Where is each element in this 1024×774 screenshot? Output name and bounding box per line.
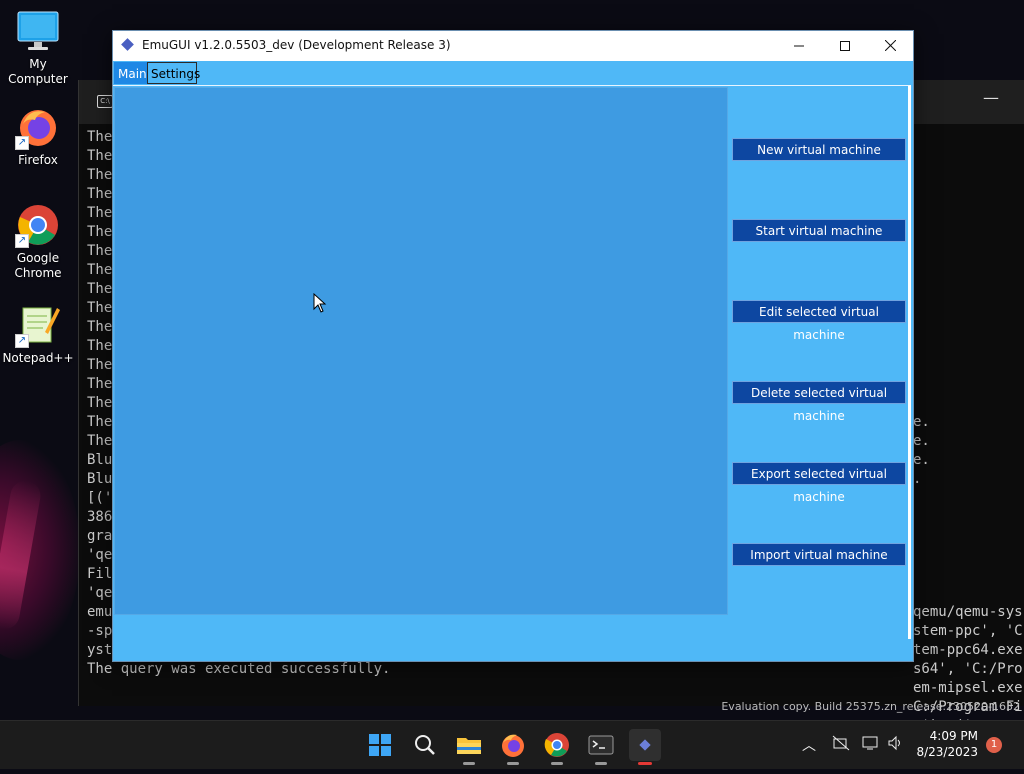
windows-logo-icon bbox=[369, 734, 391, 756]
desktop-icon-chrome[interactable]: ↗ Google Chrome bbox=[0, 202, 76, 281]
start-vm-button[interactable]: Start virtual machine bbox=[732, 219, 906, 242]
terminal-line-right: stem-ppc', 'C bbox=[913, 623, 1023, 639]
desktop-icon-label: Notepad++ bbox=[2, 351, 74, 365]
terminal-icon bbox=[588, 735, 614, 755]
shortcut-arrow-icon: ↗ bbox=[15, 136, 29, 150]
clock-time: 4:09 PM bbox=[929, 729, 978, 743]
notepadpp-icon: ↗ bbox=[15, 302, 61, 348]
emugui-titlebar[interactable]: EmuGUI v1.2.0.5503_dev (Development Rele… bbox=[113, 31, 913, 61]
running-indicator bbox=[507, 762, 519, 765]
window-title: EmuGUI v1.2.0.5503_dev (Development Rele… bbox=[142, 38, 451, 52]
desktop-icon-my-computer[interactable]: My Computer bbox=[0, 8, 76, 87]
desktop-icon-firefox[interactable]: ↗ Firefox bbox=[0, 104, 76, 168]
terminal-line-right bbox=[913, 261, 1024, 280]
taskbar-firefox[interactable] bbox=[497, 729, 529, 765]
tab-settings[interactable]: Settings bbox=[147, 62, 200, 84]
terminal-line-right: e. bbox=[913, 414, 930, 430]
delete-vm-button[interactable]: Delete selected virtual machine bbox=[732, 381, 906, 423]
volume-icon[interactable] bbox=[887, 735, 905, 755]
minimize-icon bbox=[794, 45, 804, 47]
running-indicator bbox=[551, 762, 563, 765]
terminal-line-right bbox=[913, 394, 1024, 413]
close-button[interactable] bbox=[867, 31, 913, 61]
terminal-line: The query was executed successfully. bbox=[87, 661, 391, 677]
evaluation-watermark: Evaluation copy. Build 25375.zn_release.… bbox=[721, 700, 1020, 713]
terminal-line-right bbox=[913, 546, 1024, 565]
terminal-line-right bbox=[913, 299, 1024, 318]
taskbar: ︿ 4:09 PM 8/23/2023 1 bbox=[0, 720, 1024, 769]
chevron-up-icon[interactable]: ︿ bbox=[802, 735, 816, 755]
firefox-icon bbox=[502, 734, 524, 757]
terminal-line-right bbox=[913, 356, 1024, 375]
desktop-icon-label: My Computer bbox=[8, 57, 68, 86]
terminal-line-right: e. bbox=[913, 452, 930, 468]
terminal-line-right bbox=[913, 337, 1024, 356]
import-vm-button[interactable]: Import virtual machine bbox=[732, 543, 906, 566]
terminal-line-right: tem-ppc64.exe bbox=[913, 642, 1023, 658]
terminal-line-right bbox=[913, 280, 1024, 299]
shortcut-arrow-icon: ↗ bbox=[15, 334, 29, 348]
running-indicator bbox=[595, 762, 607, 765]
terminal-line-right: em-mipsel.exe bbox=[913, 680, 1023, 696]
emugui-app-icon bbox=[121, 38, 134, 51]
terminal-line-right bbox=[913, 527, 1024, 546]
terminal-line-right bbox=[913, 489, 1024, 508]
desktop-icon-label: Firefox bbox=[18, 153, 58, 167]
terminal-line-right bbox=[913, 565, 1024, 584]
shortcut-arrow-icon: ↗ bbox=[15, 234, 29, 248]
monitor-icon bbox=[15, 8, 61, 54]
taskbar-emugui[interactable] bbox=[629, 729, 661, 765]
terminal-line-right: s64', 'C:/Pro bbox=[913, 661, 1023, 677]
minimize-button[interactable]: — bbox=[983, 88, 999, 107]
close-icon bbox=[884, 39, 896, 52]
display-icon[interactable] bbox=[862, 735, 880, 755]
desktop-icon-notepadpp[interactable]: ↗ Notepad++ bbox=[0, 302, 76, 366]
running-indicator bbox=[463, 762, 475, 765]
new-vm-button[interactable]: New virtual machine bbox=[732, 138, 906, 161]
desktop-icon-label: Google Chrome bbox=[14, 251, 62, 280]
terminal-line-right: qemu/qemu-sys bbox=[913, 604, 1023, 620]
terminal-icon: C:\ bbox=[97, 95, 113, 108]
terminal-output-right: e. e. e.. qemu/qemu-sys stem-ppc', 'C tem-pp… bbox=[913, 261, 1024, 774]
virtual-machine-list[interactable] bbox=[114, 87, 728, 615]
firefox-icon: ↗ bbox=[15, 104, 61, 150]
terminal-line-right bbox=[913, 318, 1024, 337]
export-vm-button[interactable]: Export selected virtual machine bbox=[732, 462, 906, 504]
notification-badge[interactable]: 1 bbox=[986, 737, 1002, 753]
active-indicator bbox=[638, 762, 652, 765]
taskbar-chrome[interactable] bbox=[541, 729, 573, 765]
taskbar-terminal[interactable] bbox=[585, 729, 617, 765]
network-icon[interactable] bbox=[832, 735, 850, 755]
system-clock[interactable]: 4:09 PM 8/23/2023 bbox=[916, 728, 978, 760]
folder-icon bbox=[457, 738, 481, 754]
edit-vm-button[interactable]: Edit selected virtual machine bbox=[732, 300, 906, 342]
terminal-line-right bbox=[913, 508, 1024, 527]
emugui-icon bbox=[639, 739, 651, 751]
mouse-cursor-icon bbox=[313, 293, 327, 313]
tab-main[interactable]: Main bbox=[114, 62, 147, 84]
search-button[interactable] bbox=[409, 729, 441, 761]
search-icon bbox=[415, 735, 435, 755]
maximize-button[interactable] bbox=[822, 31, 868, 61]
terminal-line-right: . bbox=[913, 471, 922, 487]
taskbar-file-explorer[interactable] bbox=[453, 729, 485, 765]
start-button[interactable] bbox=[364, 729, 396, 761]
terminal-line-right: e. bbox=[913, 433, 930, 449]
chrome-icon bbox=[544, 733, 569, 757]
maximize-icon bbox=[840, 41, 850, 51]
terminal-line-right bbox=[913, 375, 1024, 394]
chrome-icon: ↗ bbox=[15, 202, 61, 248]
minimize-button[interactable] bbox=[776, 31, 822, 61]
terminal-line-right bbox=[913, 584, 1024, 603]
emugui-window[interactable]: EmuGUI v1.2.0.5503_dev (Development Rele… bbox=[112, 30, 914, 662]
clock-date: 8/23/2023 bbox=[916, 745, 978, 759]
